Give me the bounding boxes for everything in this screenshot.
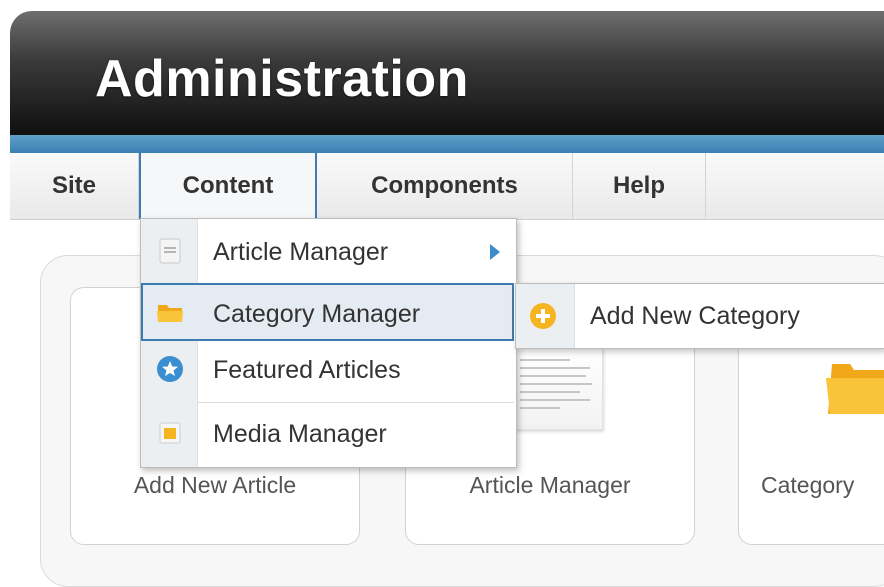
category-submenu: Add New Category <box>515 283 884 349</box>
card-label: Category <box>761 472 855 498</box>
card-label: Article Manager <box>469 472 631 498</box>
menu-item-label: Add New Category <box>590 302 800 330</box>
menu-item-label: Category Manager <box>213 300 421 328</box>
chevron-right-icon <box>490 244 500 260</box>
menu-content[interactable]: Content <box>139 153 317 219</box>
menu-item-category-manager[interactable]: Category Manager <box>141 283 514 341</box>
document-icon <box>159 238 181 264</box>
card-label: Add New Article <box>133 472 297 498</box>
star-icon <box>157 356 183 382</box>
menu-item-article-manager[interactable]: Article Manager <box>141 223 514 281</box>
media-icon <box>159 422 181 444</box>
menu-item-label: Media Manager <box>213 420 387 448</box>
plus-circle-icon <box>530 303 556 329</box>
folder-icon <box>157 305 183 322</box>
admin-header: Administration <box>10 11 884 135</box>
menu-components[interactable]: Components <box>317 153 573 219</box>
header-accent-band <box>10 135 884 154</box>
menu-item-label: Article Manager <box>213 238 389 266</box>
page-title: Administration <box>95 50 469 108</box>
menu-item-media-manager[interactable]: Media Manager <box>141 405 514 463</box>
main-menubar: Site Content Components Help <box>10 153 884 220</box>
menu-site[interactable]: Site <box>10 153 139 219</box>
document-icon <box>511 348 603 430</box>
folder-icon <box>826 364 884 414</box>
menu-help[interactable]: Help <box>573 153 706 219</box>
content-dropdown-menu: Article Manager Category Manager Feature… <box>140 218 517 468</box>
menu-item-label: Featured Articles <box>213 356 401 384</box>
menu-divider <box>197 402 514 403</box>
menu-item-featured-articles[interactable]: Featured Articles <box>141 341 514 399</box>
menu-item-add-new-category[interactable]: Add New Category <box>516 284 884 348</box>
